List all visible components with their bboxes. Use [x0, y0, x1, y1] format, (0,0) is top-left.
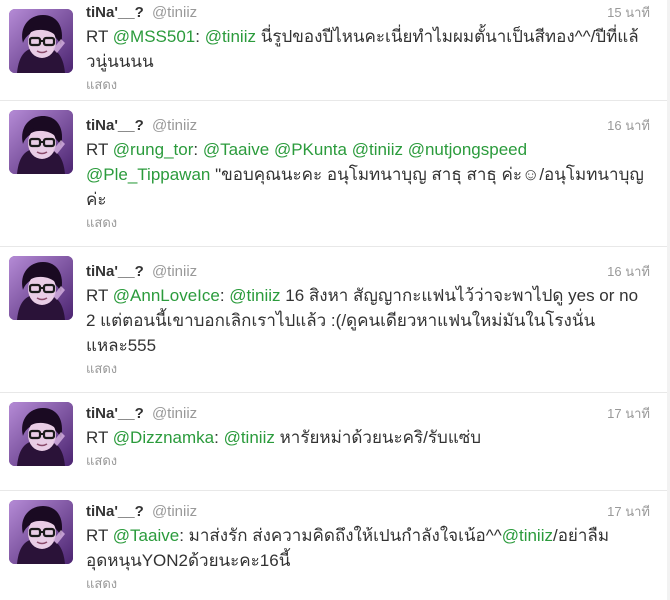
tweet-item: tiNa'__? @tiniiz 15 นาที RT @MSS501: @ti…: [0, 0, 670, 101]
mention-link[interactable]: @tiniiz: [224, 428, 275, 447]
avatar[interactable]: [9, 110, 73, 174]
tweet-item: tiNa'__? @tiniiz 17 นาที RT @Dizznamka: …: [0, 393, 670, 491]
tweet-text-segment: RT: [86, 27, 113, 46]
tweet-item: tiNa'__? @tiniiz 16 นาที RT @rung_tor: @…: [0, 101, 670, 247]
profile-photo: [9, 256, 73, 320]
profile-photo: [9, 9, 73, 73]
profile-photo: [9, 500, 73, 564]
avatar[interactable]: [9, 9, 73, 73]
tweet-text: RT @Dizznamka: @tiniiz หารัยหม่าด้วยนะคร…: [86, 425, 650, 450]
tweet-text: RT @Taaive: มาส่งรัก ส่งความคิดถึงให้เปน…: [86, 523, 650, 573]
tweet-header: tiNa'__? @tiniiz 17 นาที: [86, 403, 650, 425]
tweet-timestamp[interactable]: 17 นาที: [607, 403, 650, 425]
tweet-header: tiNa'__? @tiniiz 16 นาที: [86, 261, 650, 283]
avatar[interactable]: [9, 402, 73, 466]
avatar[interactable]: [9, 256, 73, 320]
show-link[interactable]: แสดง: [86, 451, 650, 471]
tweet-text-segment: : มาส่งรัก ส่งความคิดถึงให้เปนกำลังใจเน้…: [179, 526, 502, 545]
tweet-text: RT @rung_tor: @Taaive @PKunta @tiniiz @n…: [86, 137, 650, 212]
mention-link[interactable]: @AnnLoveIce: [113, 286, 220, 305]
avatar[interactable]: [9, 500, 73, 564]
tweet-item: tiNa'__? @tiniiz 16 นาที RT @AnnLoveIce:…: [0, 247, 670, 393]
tweet-timestamp[interactable]: 17 นาที: [607, 501, 650, 523]
show-link[interactable]: แสดง: [86, 75, 650, 95]
tweet-header: tiNa'__? @tiniiz 16 นาที: [86, 115, 650, 137]
tweet-text-segment: หารัยหม่าด้วยนะคริ/รับแซ่บ: [274, 428, 482, 447]
tweet-timestamp[interactable]: 16 นาที: [607, 115, 650, 137]
mention-link[interactable]: @tiniiz: [502, 526, 553, 545]
mention-link[interactable]: @tiniiz: [205, 27, 256, 46]
mention-link[interactable]: @Ple_Tippawan: [86, 165, 210, 184]
tweet-text: RT @MSS501: @tiniiz นี่รูปของปีไหนคะเนี่…: [86, 24, 650, 74]
mention-link[interactable]: @Taaive: [113, 526, 179, 545]
mention-link[interactable]: @tiniiz: [229, 286, 280, 305]
tweet-header: tiNa'__? @tiniiz 17 นาที: [86, 501, 650, 523]
user-name[interactable]: tiNa'__?: [86, 263, 144, 280]
profile-photo: [9, 402, 73, 466]
mention-link[interactable]: @PKunta: [274, 140, 347, 159]
tweet-text-segment: :: [193, 140, 203, 159]
show-link[interactable]: แสดง: [86, 574, 650, 594]
mention-link[interactable]: @Taaive: [203, 140, 269, 159]
user-name[interactable]: tiNa'__?: [86, 405, 144, 422]
tweet-header: tiNa'__? @tiniiz 15 นาที: [86, 2, 650, 24]
tweet-text-segment: :: [214, 428, 224, 447]
show-link[interactable]: แสดง: [86, 359, 650, 379]
user-handle[interactable]: @tiniiz: [152, 117, 197, 134]
tweet-text: RT @AnnLoveIce: @tiniiz 16 สิงหา สัญญากะ…: [86, 283, 650, 358]
tweet-text-segment: RT: [86, 526, 113, 545]
mention-link[interactable]: @tiniiz: [352, 140, 403, 159]
profile-photo: [9, 110, 73, 174]
user-name[interactable]: tiNa'__?: [86, 503, 144, 520]
user-name[interactable]: tiNa'__?: [86, 4, 144, 21]
tweet-timestamp[interactable]: 16 นาที: [607, 261, 650, 283]
user-handle[interactable]: @tiniiz: [152, 263, 197, 280]
user-handle[interactable]: @tiniiz: [152, 405, 197, 422]
tweet-text-segment: RT: [86, 140, 113, 159]
tweet-text-segment: RT: [86, 286, 113, 305]
show-link[interactable]: แสดง: [86, 213, 650, 233]
mention-link[interactable]: @rung_tor: [113, 140, 194, 159]
tweet-feed: tiNa'__? @tiniiz 15 นาที RT @MSS501: @ti…: [0, 0, 670, 600]
tweet-text-segment: :: [195, 27, 205, 46]
user-name[interactable]: tiNa'__?: [86, 117, 144, 134]
tweet-text-segment: :: [219, 286, 230, 305]
user-handle[interactable]: @tiniiz: [152, 4, 197, 21]
mention-link[interactable]: @MSS501: [113, 27, 195, 46]
user-handle[interactable]: @tiniiz: [152, 503, 197, 520]
tweet-item: tiNa'__? @tiniiz 17 นาที RT @Taaive: มาส…: [0, 491, 670, 600]
mention-link[interactable]: @nutjongspeed: [408, 140, 527, 159]
tweet-timestamp[interactable]: 15 นาที: [607, 2, 650, 24]
tweet-text-segment: RT: [86, 428, 113, 447]
mention-link[interactable]: @Dizznamka: [113, 428, 214, 447]
